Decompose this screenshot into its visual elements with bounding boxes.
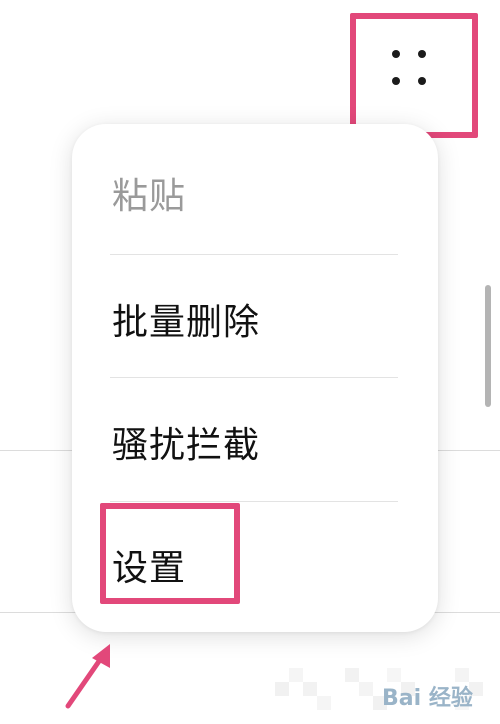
menu-item-batch-delete[interactable]: 批量删除	[72, 258, 438, 380]
arrow-up-right-icon	[65, 644, 110, 709]
menu-item-paste[interactable]: 粘贴	[72, 132, 438, 254]
menu-divider	[110, 501, 398, 502]
more-button-highlight-box	[350, 13, 478, 138]
menu-item-label: 批量删除	[112, 302, 261, 343]
menu-item-label: 骚扰拦截	[112, 425, 261, 466]
menu-divider	[110, 254, 398, 255]
menu-item-harassment-block[interactable]: 骚扰拦截	[72, 381, 438, 503]
scroll-indicator[interactable]	[485, 285, 491, 407]
menu-divider	[110, 377, 398, 378]
watermark-text: Bai 经验	[382, 686, 473, 711]
settings-highlight-box	[100, 503, 240, 604]
menu-item-label: 粘贴	[112, 176, 187, 217]
